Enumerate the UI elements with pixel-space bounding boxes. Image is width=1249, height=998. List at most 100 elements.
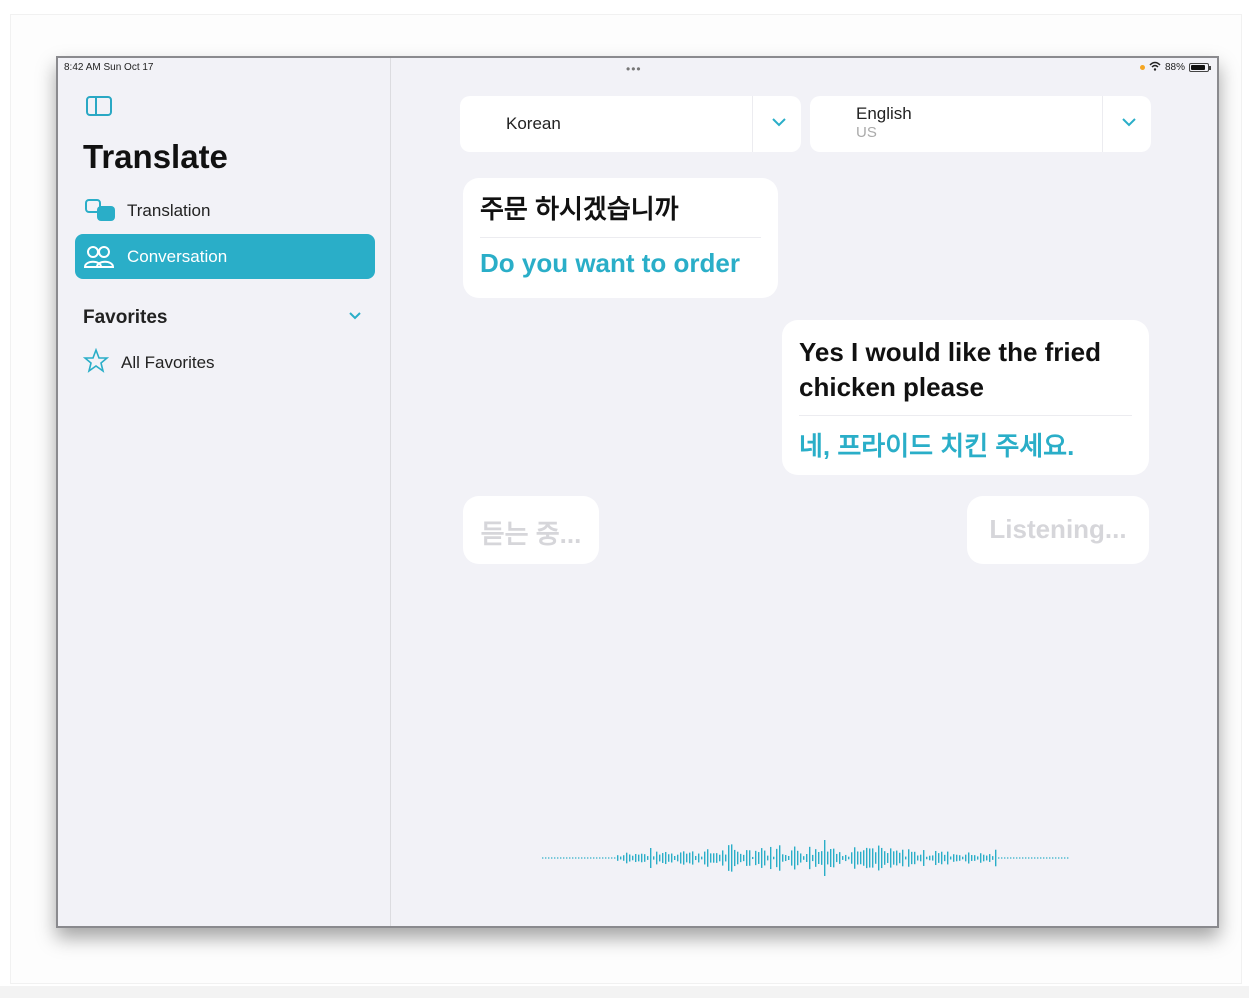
waveform-bar [800, 853, 802, 863]
waveform-bar [890, 848, 892, 868]
sidebar-item-label: Conversation [127, 246, 228, 266]
waveform-bar [728, 845, 730, 871]
waveform-bar [887, 853, 889, 863]
waveform-bar [689, 852, 691, 864]
waveform-bar [767, 855, 769, 861]
waveform-bar [1034, 857, 1036, 859]
waveform-bar [938, 853, 940, 863]
waveform-bar [986, 855, 988, 861]
sidebar-item-conversation[interactable]: Conversation [75, 234, 375, 279]
waveform-bar [857, 851, 859, 865]
waveform-bar [587, 857, 589, 859]
conversation-bubble-korean[interactable]: 주문 하시겠습니까 Do you want to order [463, 178, 778, 298]
chevron-down-icon[interactable] [348, 308, 362, 326]
waveform-bar [671, 853, 673, 863]
waveform-bar [902, 849, 904, 867]
waveform-bar [836, 853, 838, 863]
waveform-bar [650, 848, 652, 868]
status-indicators: 88% [1139, 61, 1211, 74]
waveform-bar [593, 857, 595, 859]
waveform-bar [662, 853, 664, 863]
waveform-bar [977, 856, 979, 860]
waveform-bar [905, 856, 907, 860]
waveform-bar [944, 854, 946, 862]
waveform-bar [845, 854, 847, 862]
waveform-bar [860, 851, 862, 865]
app-title: Translate [83, 138, 228, 175]
waveform-bar [620, 856, 622, 860]
waveform-bar [752, 856, 754, 860]
waveform-bar [656, 851, 658, 865]
waveform-bar [920, 854, 922, 862]
source-language-picker[interactable]: Korean [460, 96, 801, 152]
target-language-name: English [856, 104, 912, 123]
waveform-bar [1013, 857, 1015, 859]
waveform-bar [617, 855, 619, 861]
waveform-bar [761, 848, 763, 868]
waveform-bar [974, 855, 976, 861]
waveform-bar [809, 846, 811, 870]
waveform-bar [971, 855, 973, 861]
waveform-bar [623, 855, 625, 861]
waveform-bar [875, 852, 877, 864]
waveform-bar [788, 856, 790, 860]
wifi-icon [1149, 61, 1161, 74]
battery-icon [1189, 63, 1211, 72]
waveform-bar [1019, 857, 1021, 859]
waveform-bar [680, 852, 682, 864]
waveform-bar [764, 850, 766, 866]
divider [480, 237, 761, 238]
waveform-bar [821, 851, 823, 865]
sidebar-toggle-icon[interactable] [86, 96, 112, 116]
waveform-bar [566, 857, 568, 859]
chevron-down-icon[interactable] [771, 112, 787, 133]
waveform-bar [692, 851, 694, 865]
waveform-bar [926, 856, 928, 860]
waveform-bar [824, 840, 826, 876]
waveform-bar [1025, 857, 1027, 859]
waveform-bar [983, 854, 985, 862]
listening-bubble-korean: 듣는 중... [463, 496, 599, 564]
waveform-bar [1064, 857, 1066, 859]
waveform-bar [581, 857, 583, 859]
translated-text: Do you want to order [480, 248, 740, 278]
conversation-bubble-english[interactable]: Yes I would like the fried chicken pleas… [782, 320, 1149, 475]
waveform-bar [674, 856, 676, 860]
source-text: Yes I would like the fried chicken pleas… [799, 337, 1101, 402]
listening-bubble-english: Listening... [967, 496, 1149, 564]
waveform-bar [1037, 857, 1039, 859]
favorites-header[interactable]: Favorites [83, 307, 167, 329]
waveform-bar [830, 849, 832, 867]
waveform-bar [1001, 857, 1003, 859]
waveform-bar [1046, 857, 1048, 859]
waveform-bar [842, 856, 844, 860]
source-language-name: Korean [506, 114, 561, 133]
waveform-bar [572, 857, 574, 859]
waveform-bar [956, 854, 958, 862]
waveform-bar [1022, 857, 1024, 859]
waveform-bar [776, 848, 778, 868]
waveform-bar [866, 847, 868, 869]
bottom-strip [0, 986, 1249, 998]
sidebar-item-all-favorites[interactable]: All Favorites [82, 347, 215, 378]
waveform-bar [1010, 857, 1012, 859]
waveform-bar [638, 854, 640, 862]
multitasking-dots[interactable]: ••• [626, 62, 642, 76]
waveform-bar [725, 854, 727, 862]
source-text: 주문 하시겠습니까 [480, 194, 679, 224]
waveform-bar [785, 854, 787, 862]
target-language-picker[interactable]: English US [810, 96, 1151, 152]
waveform-bar [599, 857, 601, 859]
waveform-bar [896, 850, 898, 866]
waveform-bar [563, 857, 565, 859]
waveform-bar [1043, 857, 1045, 859]
sidebar: 8:42 AM Sun Oct 17 Translate Translation… [58, 58, 391, 926]
waveform-bar [545, 857, 547, 859]
translation-bubbles-icon [83, 198, 117, 224]
chevron-down-icon[interactable] [1121, 112, 1137, 133]
ipad-screen: 8:42 AM Sun Oct 17 Translate Translation… [56, 56, 1219, 928]
waveform-bar [719, 854, 721, 862]
waveform-bar [554, 857, 556, 859]
waveform-bar [737, 851, 739, 865]
sidebar-item-translation[interactable]: Translation [75, 188, 375, 233]
